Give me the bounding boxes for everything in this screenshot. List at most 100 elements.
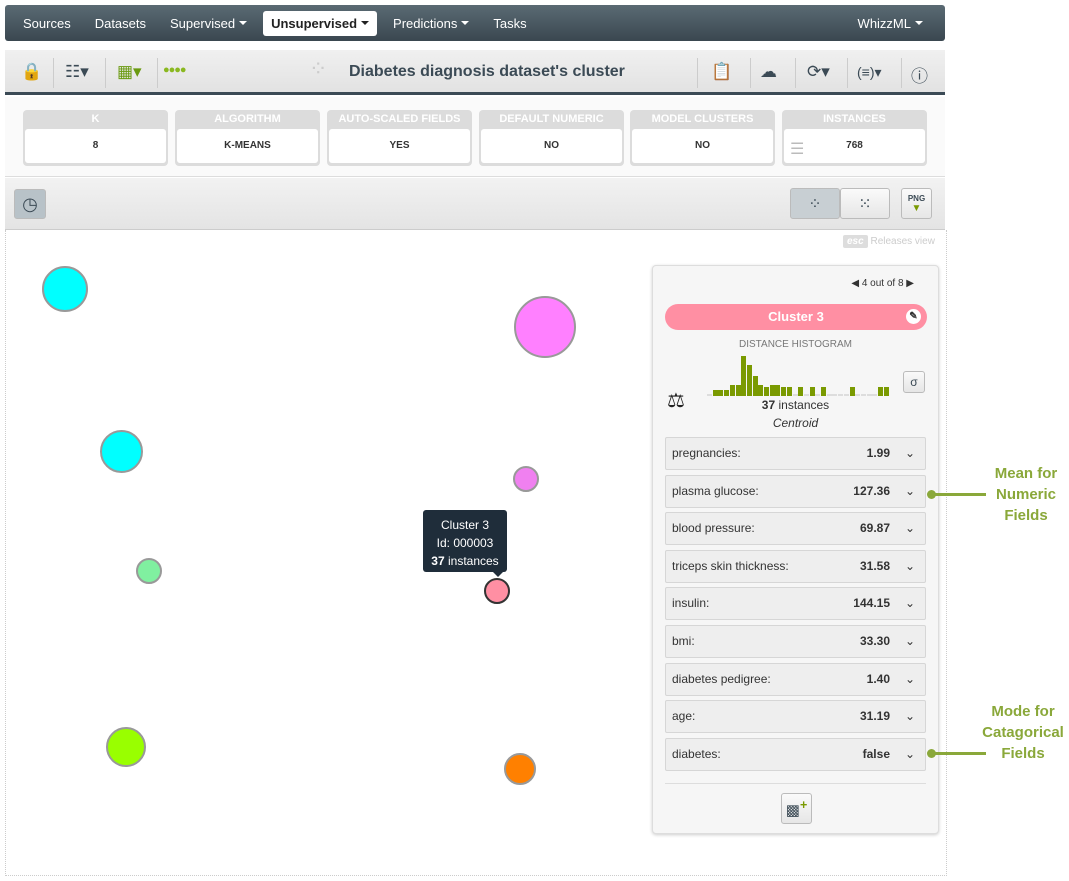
histogram-bar	[741, 356, 747, 396]
cluster-circle[interactable]	[100, 430, 143, 473]
nav-tasks[interactable]: Tasks	[485, 11, 534, 36]
clock-button[interactable]: ◷	[14, 189, 46, 219]
add-chart-button[interactable]: ▩+	[781, 793, 812, 824]
annotation-line	[931, 493, 986, 496]
histogram-bar	[707, 394, 712, 396]
field-value: 31.19	[859, 709, 890, 724]
field-row[interactable]: bmi: 33.30 ⌄	[665, 625, 926, 658]
metrics-row: K8 ALGORITHM K-MEANS AUTO-SCALED FIELDS YE…	[5, 97, 945, 177]
field-value: 31.58	[859, 558, 890, 573]
chevron-down-icon[interactable]: ⌄	[905, 438, 915, 469]
field-value: 127.36	[853, 483, 890, 498]
cluster-circle-selected[interactable]	[484, 578, 510, 604]
spread-cluster-icon: ⁙	[858, 195, 872, 213]
caret-down-icon	[361, 21, 370, 25]
chevron-down-icon[interactable]: ⌄	[905, 476, 915, 507]
annotation-numeric: Mean for Numeric Fields	[994, 465, 1058, 524]
cluster-circle[interactable]	[514, 296, 576, 358]
nav-predictions[interactable]: Predictions	[385, 11, 477, 36]
metric-value: NO	[481, 129, 622, 163]
lock-icon[interactable]: 🔒	[21, 62, 42, 82]
field-name: age:	[672, 709, 696, 724]
histogram-bar	[735, 384, 741, 396]
nav-supervised[interactable]: Supervised	[162, 11, 255, 36]
png-export-button[interactable]: PNG ▼	[901, 188, 932, 219]
caret-down-icon	[461, 21, 470, 25]
field-row[interactable]: triceps skin thickness: 31.58 ⌄	[665, 549, 926, 583]
field-name: diabetes:	[672, 746, 721, 761]
chevron-down-icon[interactable]: ⌄	[905, 626, 915, 657]
centroid-label: Centroid	[772, 416, 819, 430]
info-icon[interactable]: ⓘ	[911, 62, 928, 87]
histogram-bar	[883, 387, 889, 396]
pager-text: 4 out of 8	[861, 278, 904, 289]
edit-pencil-icon[interactable]: ✎	[906, 309, 921, 324]
chevron-down-icon[interactable]: ⌄	[905, 513, 915, 544]
histogram-bar	[849, 387, 855, 396]
cloud-download-icon[interactable]: ☁	[760, 62, 777, 82]
field-row[interactable]: diabetes pedigree: 1.40 ⌄	[665, 662, 926, 696]
page-title: Diabetes diagnosis dataset's cluster	[349, 63, 625, 80]
field-row[interactable]: pregnancies: 1.99 ⌄	[665, 437, 926, 470]
chevron-down-icon[interactable]: ⌄	[905, 739, 915, 770]
histogram-bar	[758, 384, 764, 396]
sigma-button[interactable]: σ	[903, 371, 925, 393]
histogram-bar	[798, 387, 804, 396]
histogram-bar	[769, 384, 775, 396]
model-tree-icon[interactable]: ☷▾	[65, 62, 89, 82]
field-name: pregnancies:	[672, 446, 741, 460]
cluster-circle[interactable]	[106, 727, 146, 767]
field-row[interactable]: insulin: 144.15 ⌄	[665, 587, 926, 621]
field-row[interactable]: diabetes: false ⌄	[665, 737, 926, 771]
cluster-circle[interactable]	[42, 266, 88, 312]
chevron-down-icon[interactable]: ⌄	[905, 588, 915, 619]
actions-lightning-icon[interactable]: ⟳▾	[807, 62, 830, 82]
chevron-down-icon[interactable]: ⌄	[905, 664, 915, 695]
histogram-bar	[792, 394, 798, 396]
caret-down-icon	[915, 21, 923, 25]
cluster-circle[interactable]	[504, 753, 536, 785]
cluster-tooltip: Cluster 3 Id: 000003 37 instances	[423, 510, 507, 577]
prev-arrow-icon[interactable]: ◀	[851, 278, 859, 289]
tooltip-count-value: 37	[431, 554, 445, 568]
field-row[interactable]: age: 31.19 ⌄	[665, 700, 926, 734]
histogram-bar	[712, 390, 718, 396]
dataset-icon[interactable]: ▦▾	[117, 62, 142, 82]
nav-sources[interactable]: Sources	[15, 11, 79, 36]
sigma-icon: σ	[910, 375, 918, 389]
cluster-icon: ⁘	[309, 56, 328, 81]
esc-key: esc	[843, 235, 868, 248]
histogram-bar	[878, 387, 883, 396]
field-name: bmi:	[672, 634, 695, 648]
spread-view-button[interactable]: ⁙	[840, 188, 890, 219]
nav-whizzml[interactable]: WhizzML	[850, 11, 931, 36]
metric-value: 768	[784, 129, 925, 163]
histogram-bar	[809, 387, 815, 396]
metric-label: DEFAULT NUMERIC	[499, 113, 604, 125]
cluster-detail-panel: ◀ 4 out of 8 ▶ Cluster 3 ✎ DISTANCE HISTO…	[652, 265, 939, 834]
field-name: blood pressure:	[672, 521, 755, 536]
nav-label: WhizzML	[857, 15, 911, 31]
cluster-circle[interactable]	[136, 558, 162, 584]
metric-algorithm: ALGORITHM K-MEANS	[175, 110, 320, 166]
field-name: triceps skin thickness:	[672, 558, 789, 573]
chevron-down-icon[interactable]: ⌄	[905, 701, 915, 732]
field-name: insulin:	[672, 596, 710, 611]
nav-unsupervised[interactable]: Unsupervised	[263, 10, 378, 36]
histogram-bar	[866, 394, 872, 396]
centered-view-button[interactable]: ⁘	[790, 188, 840, 219]
nav-datasets[interactable]: Datasets	[87, 11, 154, 36]
next-arrow-icon[interactable]: ▶	[906, 278, 914, 289]
field-name: diabetes pedigree:	[672, 671, 771, 686]
histogram-bar	[724, 390, 730, 396]
cluster-circle[interactable]	[513, 466, 539, 492]
histogram-bar	[821, 387, 826, 396]
progress-dots-icon: ●●●●	[163, 64, 187, 76]
field-row[interactable]: plasma glucose: 127.36 ⌄	[665, 474, 926, 508]
field-value: 69.87	[859, 521, 890, 536]
chevron-down-icon[interactable]: ⌄	[905, 551, 915, 582]
whizzml-script-icon[interactable]: (≡)▾	[857, 64, 882, 81]
field-row[interactable]: blood pressure: 69.87 ⌄	[665, 512, 926, 546]
nav-label: Supervised	[170, 15, 236, 31]
clipboard-download-icon[interactable]: 📋	[711, 62, 732, 82]
